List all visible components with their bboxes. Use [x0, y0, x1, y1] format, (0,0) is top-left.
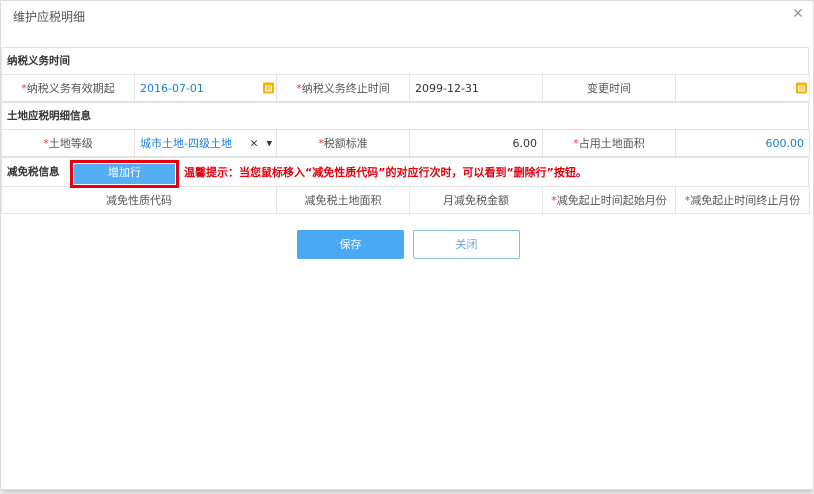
calendar-icon[interactable]	[263, 82, 274, 94]
land-grade-select[interactable]: 城市土地-四级土地 × ▼	[134, 129, 277, 157]
tax-detail-form: 纳税义务时间 *纳税义务有效期起 2016-07-01 *纳税义务终止时间 20…	[1, 47, 810, 214]
change-date-field[interactable]	[675, 74, 810, 102]
chevron-down-icon[interactable]: ▼	[267, 140, 272, 148]
land-area-label: *占用土地面积	[542, 129, 676, 157]
land-grade-label: *土地等级	[1, 129, 135, 157]
start-date-field[interactable]: 2016-07-01	[134, 74, 277, 102]
column-header-monthly-relief: 月减免税金额	[409, 186, 543, 214]
clear-selection-icon[interactable]: ×	[249, 137, 258, 150]
maintain-tax-detail-dialog: 维护应税明细 ✕ 纳税义务时间 *纳税义务有效期起 2016-07-01 *纳税…	[0, 0, 814, 490]
close-icon[interactable]: ✕	[791, 7, 805, 21]
dialog-title: 维护应税明细	[13, 10, 86, 24]
change-date-label: 变更时间	[542, 74, 676, 102]
tax-relief-header-row: 减免税信息 增加行 温馨提示：当您鼠标移入“减免性质代码”的对应行次时，可以看到…	[1, 157, 809, 188]
add-row-highlight: 增加行	[70, 160, 179, 188]
add-row-button[interactable]: 增加行	[74, 164, 175, 184]
land-tax-detail-table: *土地等级 城市土地-四级土地 × ▼ *税额标准 6.00 *占用土地面积 60…	[1, 129, 810, 157]
start-date-label: *纳税义务有效期起	[1, 74, 135, 102]
close-button[interactable]: 关闭	[413, 230, 520, 259]
land-grade-value: 城市土地-四级土地	[140, 137, 232, 150]
end-date-field: 2099-12-31	[409, 74, 543, 102]
section-title-tax-relief: 减免税信息	[7, 166, 60, 178]
save-button[interactable]: 保存	[297, 230, 404, 259]
section-title-tax-obligation-time: 纳税义务时间	[1, 47, 809, 74]
column-header-start-month: *减免起止时间起始月份	[542, 186, 676, 214]
calendar-icon[interactable]	[796, 82, 807, 94]
end-date-label: *纳税义务终止时间	[276, 74, 410, 102]
column-header-relief-code: 减免性质代码	[1, 186, 277, 214]
column-header-end-month: *减免起止时间终止月份	[675, 186, 810, 214]
tip-text: 温馨提示：当您鼠标移入“减免性质代码”的对应行次时，可以看到“删除行”按钮。	[184, 166, 587, 179]
land-area-input[interactable]: 600.00	[675, 129, 810, 157]
tax-rate-label: *税额标准	[276, 129, 410, 157]
section-title-land-tax-detail: 土地应税明细信息	[1, 102, 809, 129]
action-buttons: 保存 关闭	[297, 230, 527, 259]
tax-obligation-time-table: *纳税义务有效期起 2016-07-01 *纳税义务终止时间 2099-12-3…	[1, 74, 810, 102]
column-header-relief-area: 减免税土地面积	[276, 186, 410, 214]
start-date-value: 2016-07-01	[140, 81, 204, 95]
tax-rate-value: 6.00	[409, 129, 543, 157]
tax-relief-table: 减免性质代码 减免税土地面积 月减免税金额 *减免起止时间起始月份 *减免起止时…	[1, 186, 810, 214]
